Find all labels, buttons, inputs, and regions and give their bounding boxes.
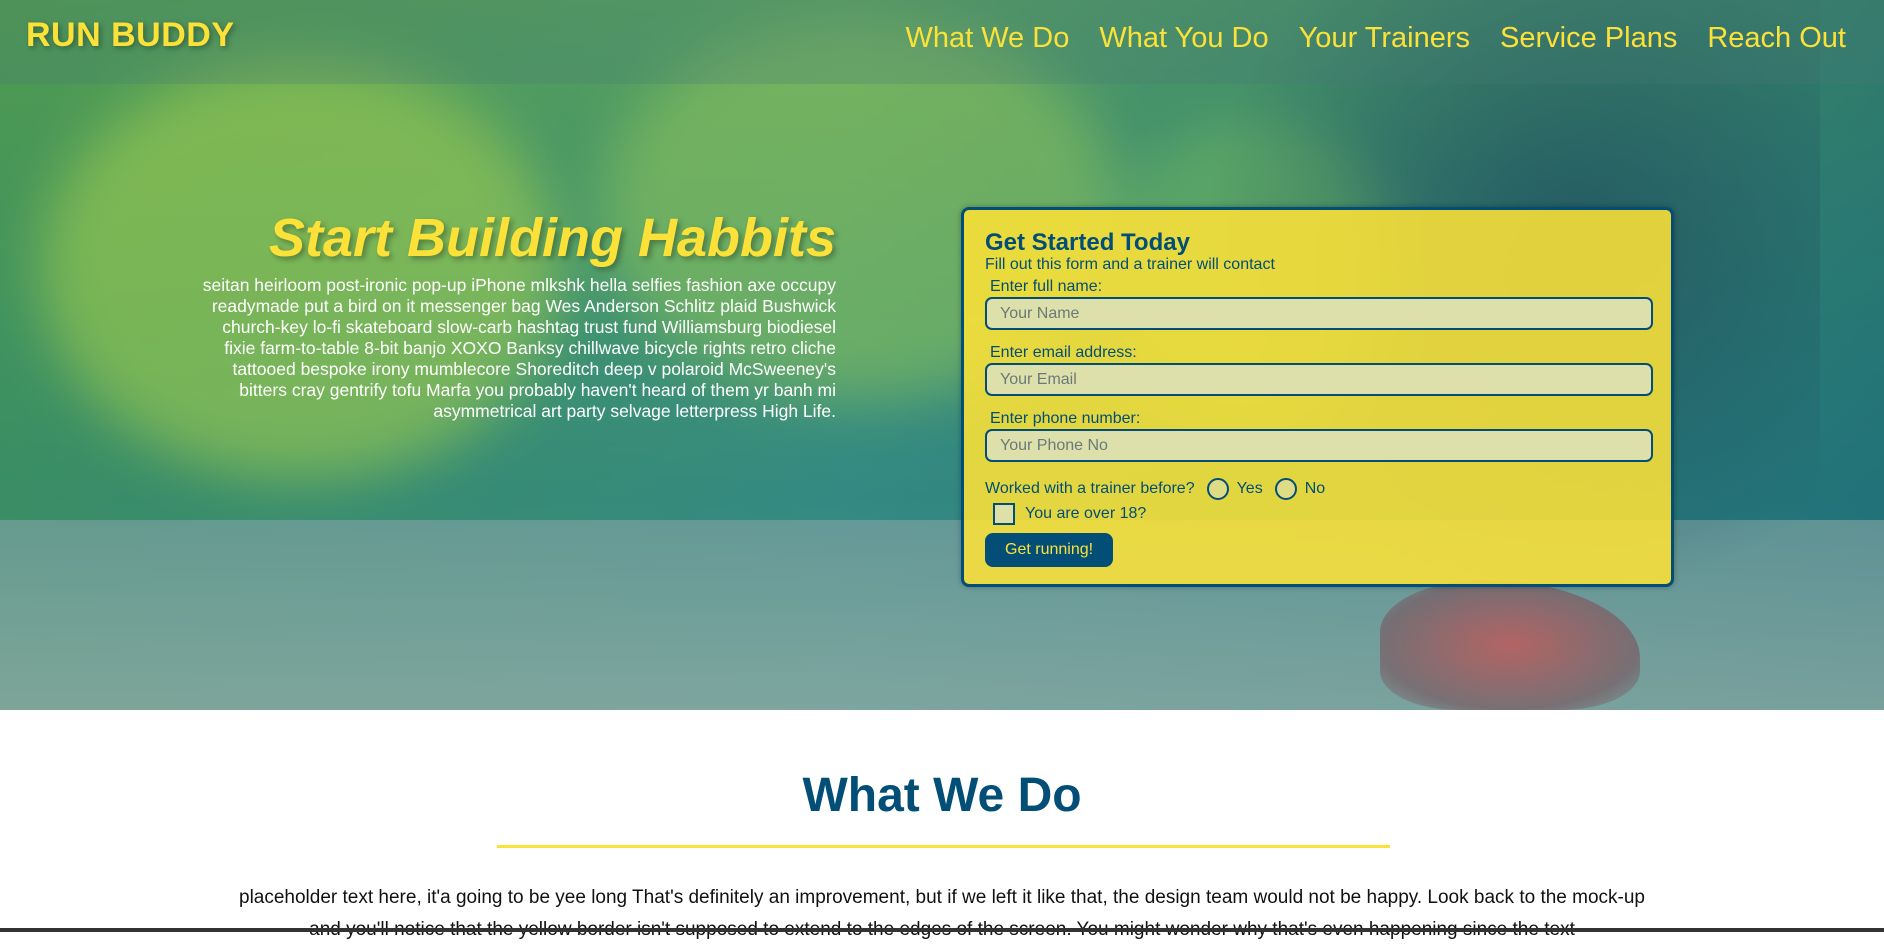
phone-input[interactable] — [985, 429, 1653, 462]
age-check-row: You are over 18? — [985, 503, 1650, 525]
nav-link-what-you-do[interactable]: What You Do — [1099, 22, 1268, 55]
email-label: Enter email address: — [990, 344, 1137, 361]
site-header: RUN BUDDY What We Do What You Do Your Tr… — [0, 0, 1884, 84]
trainer-yes-label: Yes — [1236, 480, 1263, 497]
email-field-group: Enter email address: — [985, 344, 1653, 396]
get-started-form: Get Started Today Fill out this form and… — [961, 207, 1674, 587]
what-we-do-section: What We Do placeholder text here, it'a g… — [0, 710, 1884, 940]
nav-link-reach-out[interactable]: Reach Out — [1707, 22, 1846, 55]
nav-link-what-we-do[interactable]: What We Do — [905, 22, 1069, 55]
name-field-group: Enter full name: — [985, 278, 1653, 330]
get-running-button[interactable]: Get running! — [985, 533, 1114, 567]
section-divider — [497, 845, 1390, 848]
site-logo[interactable]: RUN BUDDY — [26, 16, 235, 55]
name-label: Enter full name: — [990, 278, 1103, 295]
what-we-do-body: placeholder text here, it'a going to be … — [239, 887, 1645, 940]
trainer-no-label: No — [1304, 480, 1326, 497]
trainer-question-row: Worked with a trainer before? Yes No — [985, 478, 1650, 500]
nav-link-your-trainers[interactable]: Your Trainers — [1299, 22, 1470, 55]
name-input[interactable] — [985, 297, 1653, 330]
window-bottom-edge — [0, 928, 1884, 932]
phone-field-group: Enter phone number: — [985, 410, 1653, 462]
trainer-no-radio[interactable] — [1274, 478, 1297, 500]
email-input[interactable] — [985, 363, 1653, 396]
form-title: Get Started Today — [985, 229, 1190, 256]
nav-link-service-plans[interactable]: Service Plans — [1500, 22, 1677, 55]
trainer-yes-radio[interactable] — [1206, 478, 1229, 500]
age-checkbox[interactable] — [993, 503, 1015, 525]
hero-section: RUN BUDDY What We Do What You Do Your Tr… — [0, 0, 1884, 710]
age-check-label: You are over 18? — [1025, 505, 1147, 522]
hero-title: Start Building Habbits — [269, 208, 836, 268]
form-subtitle: Fill out this form and a trainer will co… — [985, 256, 1275, 273]
main-nav: What We Do What You Do Your Trainers Ser… — [905, 22, 1846, 55]
what-we-do-title: What We Do — [802, 769, 1082, 822]
trainer-question-label: Worked with a trainer before? — [985, 480, 1195, 497]
hero-body: seitan heirloom post-ironic pop-up iPhon… — [202, 275, 836, 421]
hero-cta: Start Building Habbits seitan heirloom p… — [200, 205, 836, 422]
phone-label: Enter phone number: — [990, 410, 1141, 427]
